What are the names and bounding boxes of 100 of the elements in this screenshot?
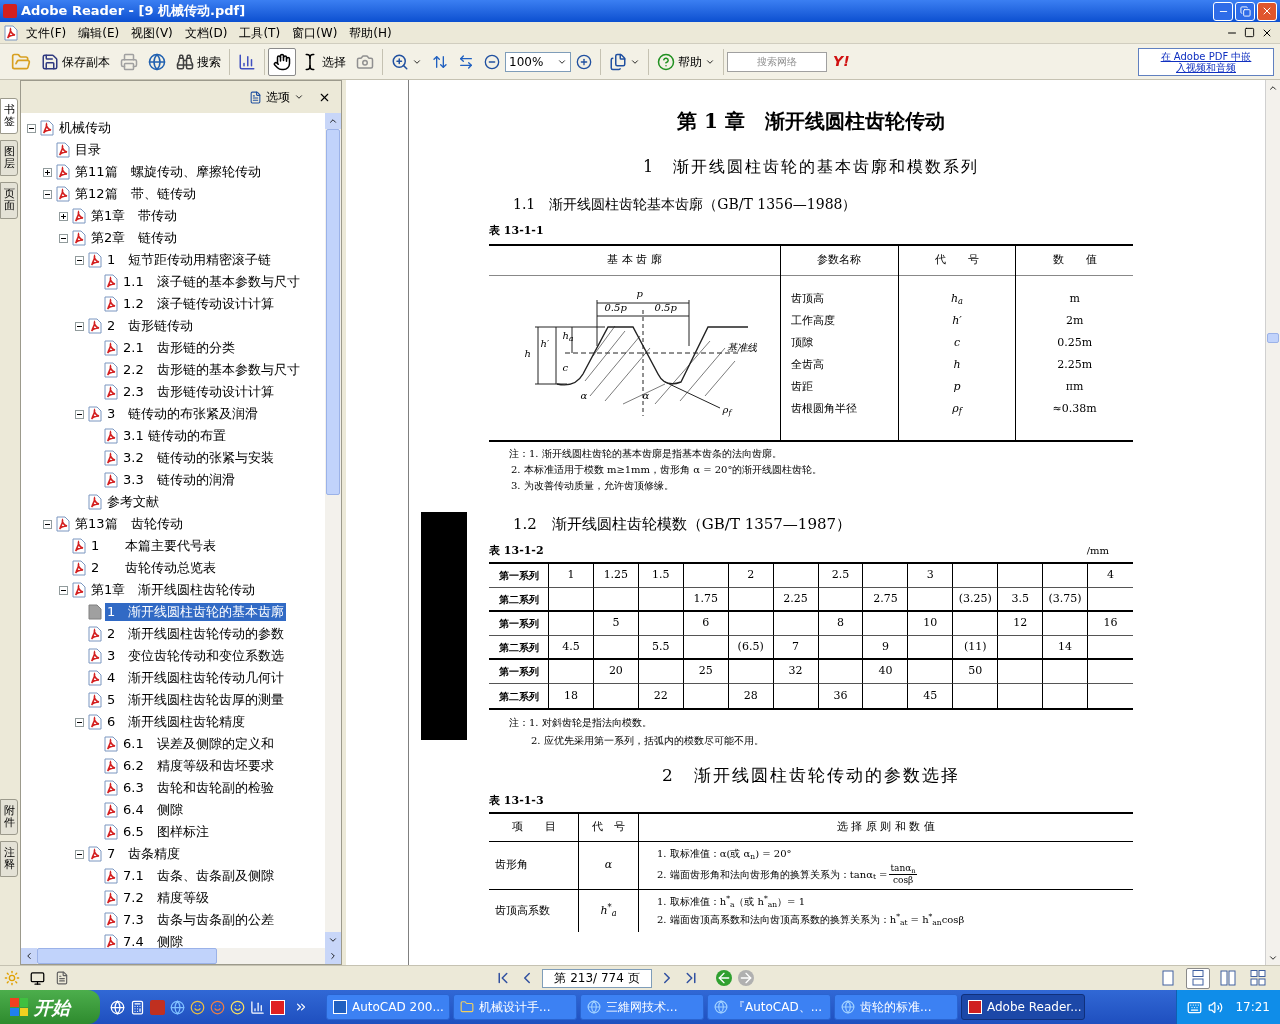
menu-item[interactable]: 视图(V) bbox=[126, 23, 178, 42]
collapse-toggle-icon[interactable] bbox=[59, 585, 68, 595]
bookmark-item[interactable]: 2 齿轮传动总览表 bbox=[89, 559, 219, 577]
bookmark-item[interactable]: 6.1 误差及侧隙的定义和 bbox=[121, 735, 276, 753]
promo-text[interactable]: 在 Adobe PDF 中嵌 bbox=[1160, 50, 1252, 62]
collapse-toggle-icon[interactable] bbox=[75, 255, 84, 265]
taskbar-button[interactable]: 『AutoCAD、... bbox=[707, 994, 831, 1020]
page-number-field[interactable]: 第 213/ 774 页 bbox=[542, 968, 652, 988]
bookmark-item[interactable]: 3.2 链传动的张紧与安装 bbox=[121, 449, 276, 467]
help-button[interactable]: 帮助 bbox=[652, 47, 720, 76]
bookmark-item[interactable]: 参考文献 bbox=[105, 493, 161, 511]
promo-banner[interactable]: 在 Adobe PDF 中嵌 入视频和音频 bbox=[1138, 47, 1274, 76]
calculator-icon[interactable] bbox=[130, 999, 145, 1015]
bookmark-item[interactable]: 6.3 齿轮和齿轮副的检验 bbox=[121, 779, 276, 797]
expand-toggle-icon[interactable] bbox=[59, 211, 68, 221]
document-icon[interactable] bbox=[55, 971, 69, 985]
bookmark-item[interactable]: 2.2 齿形链的基本参数与尺寸 bbox=[121, 361, 302, 379]
bookmark-item[interactable]: 4 渐开线圆柱齿轮传动几何计 bbox=[105, 669, 287, 687]
bookmark-item[interactable]: 6.2 精度等级和齿坯要求 bbox=[121, 757, 276, 775]
collapse-toggle-icon[interactable] bbox=[43, 519, 52, 529]
bookmark-item[interactable]: 第2章 链传动 bbox=[89, 229, 180, 247]
options-button[interactable]: 选项 bbox=[249, 88, 304, 106]
bookmark-item[interactable]: 第1章 渐开线圆柱齿轮传动 bbox=[89, 581, 258, 599]
side-tab[interactable]: 注释 bbox=[0, 840, 18, 877]
search-button[interactable]: 搜索 bbox=[171, 47, 226, 76]
bookmark-item[interactable]: 2.1 齿形链的分类 bbox=[121, 339, 237, 357]
bookmark-item[interactable]: 7 齿条精度 bbox=[105, 845, 183, 863]
collapse-toggle-icon[interactable] bbox=[75, 321, 84, 331]
bookmark-item[interactable]: 第1章 带传动 bbox=[89, 207, 180, 225]
bookmark-item[interactable]: 1 渐开线圆柱齿轮的基本齿廓 bbox=[105, 603, 287, 621]
keyboard-icon[interactable] bbox=[1187, 999, 1203, 1015]
bookmark-item[interactable]: 机械传动 bbox=[57, 119, 113, 137]
bookmark-item[interactable]: 3.1 链传动的布置 bbox=[121, 427, 228, 445]
taskbar-button[interactable]: AutoCAD 200... bbox=[326, 994, 450, 1020]
taskbar-button[interactable]: 齿轮的标准... bbox=[834, 994, 958, 1020]
bookmark-item[interactable]: 1 短节距传动用精密滚子链 bbox=[105, 251, 274, 269]
browser-icon[interactable] bbox=[170, 999, 185, 1015]
bookmark-item[interactable]: 7.4 侧隙 bbox=[121, 933, 185, 948]
monitor-icon[interactable] bbox=[30, 970, 45, 986]
menu-item[interactable]: 帮助(H) bbox=[344, 23, 397, 42]
hand-tool-button[interactable] bbox=[268, 47, 296, 76]
menu-item[interactable]: 窗口(W) bbox=[287, 23, 343, 42]
collapse-toggle-icon[interactable] bbox=[75, 409, 84, 419]
menu-item[interactable]: 文件(F) bbox=[21, 23, 72, 42]
bookmark-item[interactable]: 1.1 滚子链的基本参数与尺寸 bbox=[121, 273, 302, 291]
bookmark-item[interactable]: 第11篇 螺旋传动、摩擦轮传动 bbox=[73, 163, 263, 181]
bookmark-item[interactable]: 目录 bbox=[73, 141, 103, 159]
bookmark-item[interactable]: 第12篇 带、链传动 bbox=[73, 185, 198, 203]
taskbar-button[interactable]: 三維网技术... bbox=[580, 994, 704, 1020]
bookmark-item[interactable]: 6.5 图样标注 bbox=[121, 823, 211, 841]
speaker-icon[interactable] bbox=[1208, 999, 1224, 1015]
bookmark-item[interactable]: 5 渐开线圆柱齿轮齿厚的测量 bbox=[105, 691, 287, 709]
menu-item[interactable]: 文档(D) bbox=[179, 23, 233, 42]
vertical-scrollbar[interactable] bbox=[325, 113, 341, 948]
bookmark-item[interactable]: 3 链传动的布张紧及润滑 bbox=[105, 405, 261, 423]
smiley-icon[interactable] bbox=[190, 999, 205, 1015]
bookmark-item[interactable]: 1.2 滚子链传动设计计算 bbox=[121, 295, 276, 313]
select-tool-button[interactable]: 选择 bbox=[296, 47, 351, 76]
side-tab[interactable]: 页面 bbox=[0, 182, 18, 219]
bookmark-item[interactable]: 7.2 精度等级 bbox=[121, 889, 211, 907]
collapse-toggle-icon[interactable] bbox=[27, 123, 36, 133]
collapse-toggle-icon[interactable] bbox=[43, 189, 52, 199]
side-tab[interactable]: 书签 bbox=[0, 98, 18, 135]
taskbar-button[interactable]: Adobe Reader... bbox=[961, 994, 1085, 1020]
back-icon[interactable] bbox=[716, 970, 732, 986]
collapse-toggle-icon[interactable] bbox=[75, 717, 84, 727]
side-tab[interactable]: 附件 bbox=[0, 798, 18, 835]
side-tab[interactable]: 图层 bbox=[0, 140, 18, 177]
promo-text[interactable]: 入视频和音频 bbox=[1176, 61, 1236, 73]
bookmark-item[interactable]: 7.1 齿条、齿条副及侧隙 bbox=[121, 867, 276, 885]
bookmark-item[interactable]: 3 变位齿轮传动和变位系数选 bbox=[105, 647, 287, 665]
collapse-toggle-icon[interactable] bbox=[75, 849, 84, 859]
bookmark-item[interactable]: 7.3 齿条与齿条副的公差 bbox=[121, 911, 276, 929]
collapse-toggle-icon[interactable] bbox=[59, 233, 68, 243]
bookmark-item[interactable]: 6 渐开线圆柱齿轮精度 bbox=[105, 713, 248, 731]
scrollbar-thumb[interactable] bbox=[1267, 333, 1279, 343]
web-search-field[interactable]: 搜索网络 bbox=[727, 51, 827, 72]
zoom-field[interactable]: 100% bbox=[505, 51, 571, 72]
bookmark-item[interactable]: 2 齿形链传动 bbox=[105, 317, 196, 335]
menu-item[interactable]: 编辑(E) bbox=[73, 23, 125, 42]
menu-item[interactable]: 工具(T) bbox=[234, 23, 286, 42]
close-button[interactable] bbox=[1257, 1, 1277, 21]
search-engine-logo[interactable]: Y! bbox=[833, 51, 850, 72]
bookmark-item[interactable]: 3.3 链传动的润滑 bbox=[121, 471, 237, 489]
bookmark-item[interactable]: 1 本篇主要代号表 bbox=[89, 537, 219, 555]
page-layout-button[interactable] bbox=[1186, 967, 1210, 989]
restore-icon[interactable] bbox=[1244, 26, 1255, 38]
expand-toggle-icon[interactable] bbox=[43, 167, 52, 177]
bookmark-item[interactable]: 2.3 齿形链传动设计计算 bbox=[121, 383, 276, 401]
restore-button[interactable] bbox=[1235, 1, 1255, 21]
minimize-button[interactable] bbox=[1213, 1, 1233, 21]
chart-icon[interactable] bbox=[250, 999, 265, 1015]
app-icon[interactable] bbox=[270, 999, 285, 1015]
bookmark-item[interactable]: 6.4 侧隙 bbox=[121, 801, 185, 819]
bookmark-item[interactable]: 第13篇 齿轮传动 bbox=[73, 515, 185, 533]
horizontal-scrollbar[interactable] bbox=[21, 948, 341, 964]
save-copy-button[interactable]: 保存副本 bbox=[36, 47, 115, 76]
taskbar-button[interactable]: 机械设计手... bbox=[453, 994, 577, 1020]
bookmark-item[interactable]: 2 渐开线圆柱齿轮传动的参数 bbox=[105, 625, 287, 643]
more-icon[interactable] bbox=[294, 1000, 308, 1014]
